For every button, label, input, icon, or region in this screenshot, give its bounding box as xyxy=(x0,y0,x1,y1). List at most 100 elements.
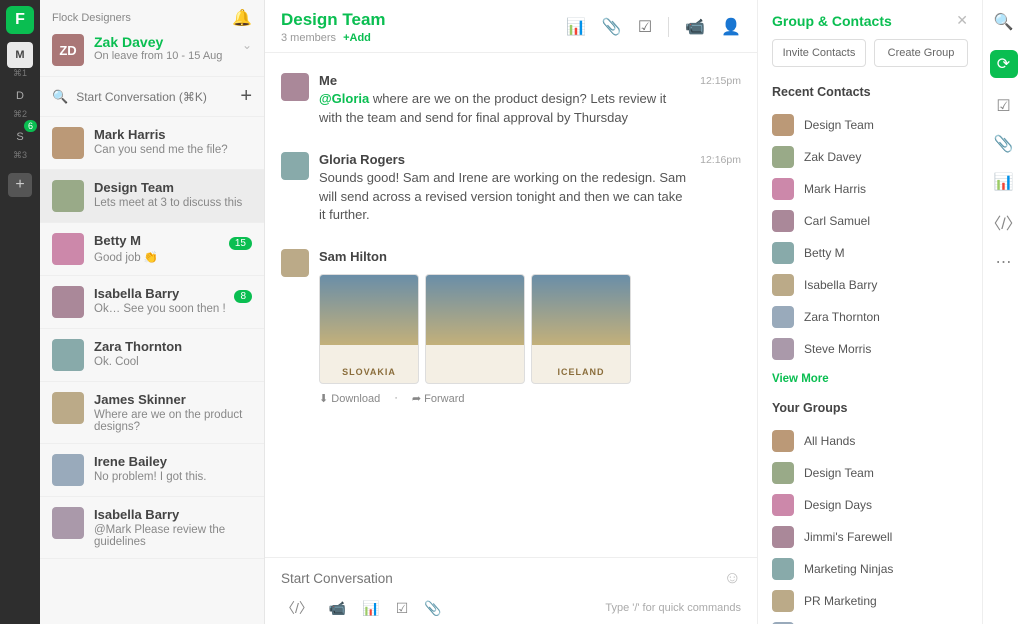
unread-badge: 15 xyxy=(229,237,252,250)
todo-icon[interactable]: ☑ xyxy=(638,17,652,37)
avatar xyxy=(52,233,84,265)
conversation-title: Isabella Barry xyxy=(94,507,249,522)
group-item[interactable]: Jimmi's Farewell xyxy=(772,521,968,553)
add-person-icon[interactable]: 👤 xyxy=(721,17,741,37)
your-groups-header: Your Groups xyxy=(772,401,968,415)
recent-contact-item[interactable]: Steve Morris xyxy=(772,333,968,365)
avatar xyxy=(772,590,794,612)
conversation-item[interactable]: Zara ThorntonOk. Cool xyxy=(40,329,264,382)
message-input[interactable] xyxy=(281,571,724,586)
attachment-card[interactable]: SLOVAKIA xyxy=(319,274,419,384)
recent-contact-item[interactable]: Carl Samuel xyxy=(772,205,968,237)
analytics-icon[interactable]: 📊 xyxy=(994,172,1014,192)
group-item[interactable]: All Hands xyxy=(772,425,968,457)
composer: ☺ 〈/〉 📹 📊 ☑ 📎 Type '/' for quick command… xyxy=(265,557,757,624)
workspace-s[interactable]: S6 xyxy=(7,124,33,150)
chat-title: Design Team xyxy=(281,10,566,30)
group-item[interactable]: Marketing Ninjas xyxy=(772,553,968,585)
group-item[interactable]: PR Marketing xyxy=(772,585,968,617)
conversation-title: Design Team xyxy=(94,180,242,195)
history-icon[interactable]: ⟳ xyxy=(990,50,1018,78)
message-time: 12:16pm xyxy=(700,152,741,166)
download-button[interactable]: ⬇ Download xyxy=(319,392,380,405)
avatar xyxy=(772,274,794,296)
conversation-item[interactable]: Isabella Barry@Mark Please review the gu… xyxy=(40,497,264,559)
conversation-sidebar: Flock Designers 🔔 ZD Zak Davey On leave … xyxy=(40,0,265,624)
more-icon[interactable]: ⋯ xyxy=(996,252,1012,272)
close-icon[interactable]: ✕ xyxy=(956,12,968,29)
workspace-d[interactable]: D xyxy=(7,83,33,109)
avatar xyxy=(281,152,309,180)
conversation-preview: Where are we on the product designs? xyxy=(94,409,249,433)
recent-contact-item[interactable]: Design Team xyxy=(772,109,968,141)
conversation-item[interactable]: James Skinner Where are we on the product… xyxy=(40,382,264,444)
mention[interactable]: @Gloria xyxy=(319,91,369,106)
code-snippet-icon[interactable]: 〈/〉 xyxy=(281,598,313,618)
conversation-title: Betty M xyxy=(94,233,158,248)
notifications-icon[interactable]: 🔔 xyxy=(232,8,252,28)
view-more-contacts[interactable]: View More xyxy=(772,373,968,385)
workspace-m[interactable]: M xyxy=(7,42,33,68)
avatar xyxy=(52,339,84,371)
attachment-icon[interactable]: 📎 xyxy=(602,17,622,37)
app-logo[interactable]: F xyxy=(6,6,34,34)
search-input[interactable] xyxy=(76,90,240,104)
contact-name: Marketing Ninjas xyxy=(804,562,893,576)
contacts-title: Group & Contacts xyxy=(772,13,892,29)
tasks-icon[interactable]: ☑ xyxy=(996,96,1010,116)
profile-status: On leave from 10 - 15 Aug xyxy=(94,50,222,62)
avatar xyxy=(772,338,794,360)
group-item[interactable]: Design Team xyxy=(772,457,968,489)
attach-small-icon[interactable]: 📎 xyxy=(424,600,441,617)
add-member-button[interactable]: +Add xyxy=(343,32,371,44)
todo-small-icon[interactable]: ☑ xyxy=(396,600,409,617)
contact-name: Betty M xyxy=(804,246,845,260)
contact-name: Design Days xyxy=(804,498,872,512)
group-item[interactable]: Design Days xyxy=(772,489,968,521)
message: Sam HiltonSLOVAKIAICELAND⬇ Download · ➦ … xyxy=(281,249,741,405)
unread-badge: 8 xyxy=(234,290,252,303)
poll-small-icon[interactable]: 📊 xyxy=(362,600,379,617)
dev-icon[interactable]: 〈/〉 xyxy=(985,210,1021,234)
create-group-button[interactable]: Create Group xyxy=(874,39,968,67)
chevron-down-icon: ⌄ xyxy=(242,34,252,52)
recent-contact-item[interactable]: Isabella Barry xyxy=(772,269,968,301)
add-workspace-button[interactable]: + xyxy=(8,173,32,197)
attachment-card[interactable] xyxy=(425,274,525,384)
recent-contact-item[interactable]: Zara Thornton xyxy=(772,301,968,333)
forward-button[interactable]: ➦ Forward xyxy=(412,392,465,405)
workspace-shortcut: ⌘3 xyxy=(7,150,33,161)
recent-contact-item[interactable]: Zak Davey xyxy=(772,141,968,173)
profile-menu[interactable]: ZD Zak Davey On leave from 10 - 15 Aug ⌄ xyxy=(40,30,264,76)
files-icon[interactable]: 📎 xyxy=(994,134,1014,154)
avatar xyxy=(52,286,84,318)
avatar xyxy=(52,507,84,539)
conversation-item[interactable]: Design TeamLets meet at 3 to discuss thi… xyxy=(40,170,264,223)
attachments: SLOVAKIA ICELAND xyxy=(319,274,741,384)
workspace-rail: F M⌘1D⌘2S6⌘3 + xyxy=(0,0,40,624)
conversation-title: Mark Harris xyxy=(94,127,228,142)
conversation-item[interactable]: Betty MGood job 👏15 xyxy=(40,223,264,276)
conversation-item[interactable]: Isabella BarryOk… See you soon then !8 xyxy=(40,276,264,329)
group-item[interactable]: Team Outing xyxy=(772,617,968,624)
org-name: Flock Designers xyxy=(52,12,131,24)
video-icon[interactable]: 📹 xyxy=(329,600,346,617)
conversation-preview: No problem! I got this. xyxy=(94,471,207,483)
conversation-item[interactable]: Mark HarrisCan you send me the file? xyxy=(40,117,264,170)
recent-contact-item[interactable]: Mark Harris xyxy=(772,173,968,205)
conversation-title: James Skinner xyxy=(94,392,249,407)
conversation-item[interactable]: Irene BaileyNo problem! I got this. xyxy=(40,444,264,497)
invite-contacts-button[interactable]: Invite Contacts xyxy=(772,39,866,67)
avatar xyxy=(772,178,794,200)
attachment-card[interactable]: ICELAND xyxy=(531,274,631,384)
video-call-icon[interactable]: 📹 xyxy=(685,17,705,37)
global-search-icon[interactable]: 🔍 xyxy=(994,12,1014,32)
recent-contact-item[interactable]: Betty M xyxy=(772,237,968,269)
message-time: 12:15pm xyxy=(700,73,741,87)
contact-name: Mark Harris xyxy=(804,182,866,196)
emoji-icon[interactable]: ☺ xyxy=(724,568,741,588)
new-conversation-button[interactable]: + xyxy=(240,85,252,108)
contact-name: Zak Davey xyxy=(804,150,861,164)
search-icon: 🔍 xyxy=(52,89,68,105)
poll-icon[interactable]: 📊 xyxy=(566,17,586,37)
